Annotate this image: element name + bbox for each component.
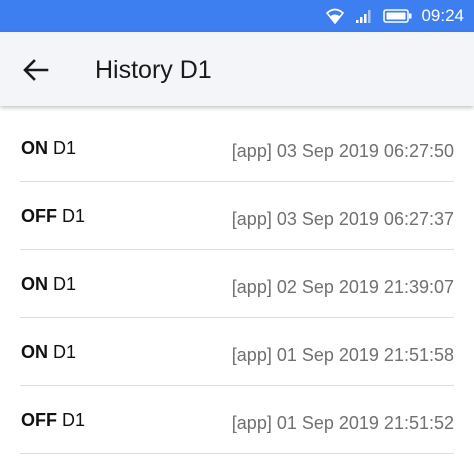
state-label: OFF	[21, 206, 57, 226]
list-item[interactable]: OFF D1 [app] 03 Sep 2019 06:27:37	[20, 182, 454, 250]
history-list: ON D1 [app] 03 Sep 2019 06:27:50 OFF D1 …	[0, 106, 474, 454]
item-label: OFF D1	[21, 206, 85, 227]
list-item[interactable]: ON D1 [app] 02 Sep 2019 21:39:07	[20, 250, 454, 318]
timestamp: [app] 03 Sep 2019 06:27:37	[231, 209, 454, 229]
signal-icon	[355, 8, 373, 24]
device-label: D1	[62, 410, 86, 430]
timestamp: [app] 01 Sep 2019 21:51:58	[231, 345, 454, 365]
item-label: OFF D1	[21, 410, 85, 431]
timestamp: [app] 01 Sep 2019 21:51:52	[231, 413, 454, 433]
list-item[interactable]: ON D1 [app] 03 Sep 2019 06:27:50	[20, 106, 454, 182]
back-button[interactable]	[18, 52, 54, 88]
status-bar: 09:24	[0, 0, 474, 32]
device-label: D1	[53, 342, 77, 362]
item-label: ON D1	[21, 342, 76, 363]
status-time: 09:24	[421, 6, 464, 25]
status-icons: 09:24	[315, 0, 464, 32]
state-label: ON	[21, 342, 48, 362]
state-label: OFF	[21, 410, 57, 430]
arrow-left-icon	[23, 59, 49, 81]
state-label: ON	[21, 138, 48, 158]
timestamp: [app] 02 Sep 2019 21:39:07	[231, 277, 454, 297]
page-title: History D1	[95, 56, 212, 84]
item-label: ON D1	[21, 274, 76, 295]
timestamp: [app] 03 Sep 2019 06:27:50	[231, 141, 454, 161]
state-label: ON	[21, 274, 48, 294]
device-label: D1	[53, 138, 77, 158]
item-label: ON D1	[21, 138, 76, 159]
device-label: D1	[53, 274, 77, 294]
list-item[interactable]: OFF D1 [app] 01 Sep 2019 21:51:52	[20, 386, 454, 454]
device-label: D1	[62, 206, 86, 226]
wifi-icon	[325, 8, 345, 24]
list-item[interactable]: ON D1 [app] 01 Sep 2019 21:51:58	[20, 318, 454, 386]
battery-icon	[383, 8, 413, 24]
app-bar: History D1	[0, 32, 474, 106]
